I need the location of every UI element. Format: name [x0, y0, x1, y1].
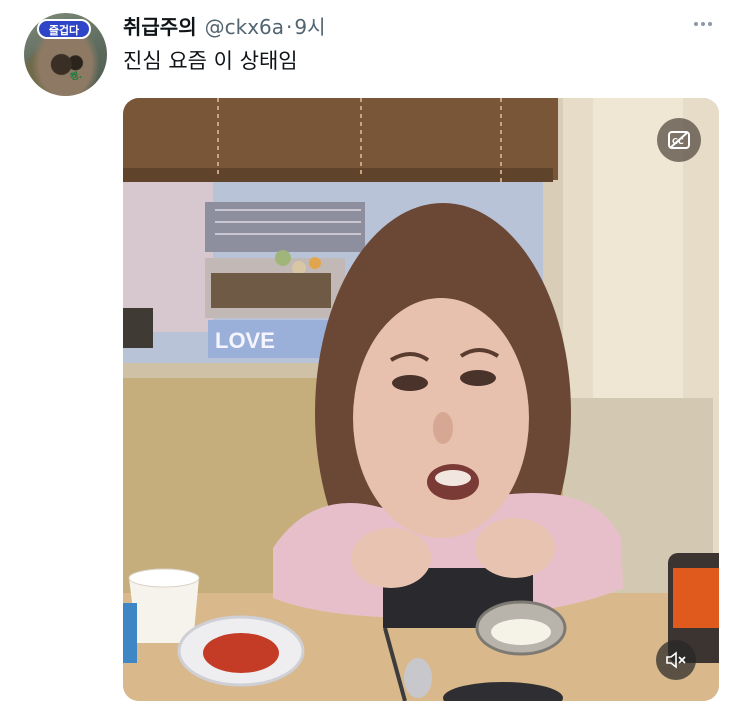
window-sign: LOVE — [215, 328, 275, 353]
more-icon[interactable] — [690, 11, 716, 37]
avatar-tag: 켕. — [69, 70, 83, 84]
video-frame: LOVE — [123, 98, 719, 701]
captions-button[interactable]: CC — [657, 118, 701, 162]
avatar[interactable]: 즐겁다 켕. — [24, 13, 107, 96]
captions-off-icon: CC — [668, 131, 690, 149]
tweet-header: 취급주의 @ckx6a · 9시 — [123, 11, 326, 40]
mute-button[interactable] — [656, 640, 696, 680]
video-player[interactable]: LOVE — [123, 98, 719, 701]
separator-dot: · — [286, 15, 293, 39]
tweet-text: 진심 요즘 이 상태임 — [123, 49, 298, 73]
volume-muted-icon — [666, 651, 686, 669]
avatar-badge: 즐겁다 — [37, 19, 91, 39]
display-name[interactable]: 취급주의 — [123, 11, 197, 40]
timestamp[interactable]: 9시 — [294, 11, 325, 40]
user-handle[interactable]: @ckx6a — [205, 15, 284, 39]
